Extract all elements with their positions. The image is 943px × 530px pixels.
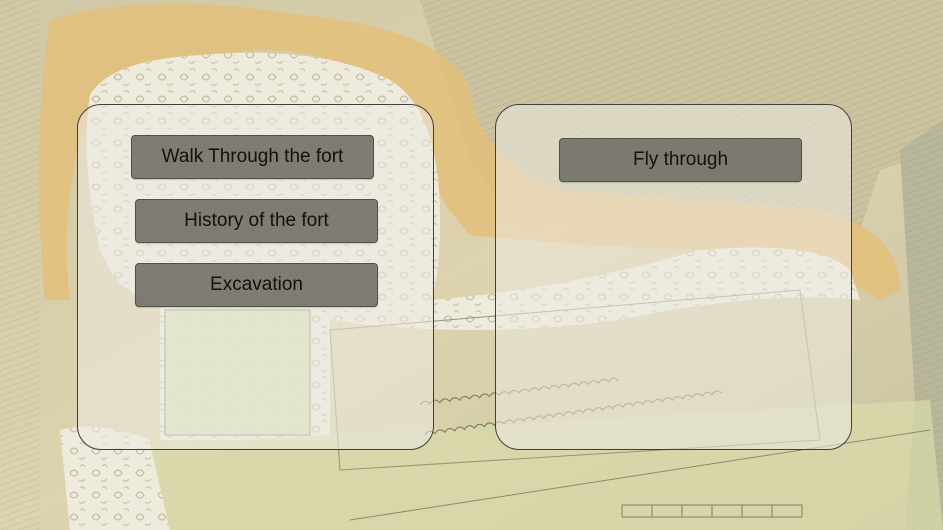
history-of-fort-label: History of the fort — [184, 210, 329, 231]
walk-through-fort-label: Walk Through the fort — [161, 146, 344, 167]
excavation-button[interactable]: Excavation — [135, 263, 378, 307]
excavation-label: Excavation — [210, 274, 303, 295]
app-screen: Walk Through the fort History of the for… — [0, 0, 943, 530]
fly-through-label: Fly through — [632, 149, 729, 170]
walk-through-fort-button[interactable]: Walk Through the fort — [131, 135, 374, 179]
fly-through-button[interactable]: Fly through — [559, 138, 802, 182]
history-of-fort-button[interactable]: History of the fort — [135, 199, 378, 243]
